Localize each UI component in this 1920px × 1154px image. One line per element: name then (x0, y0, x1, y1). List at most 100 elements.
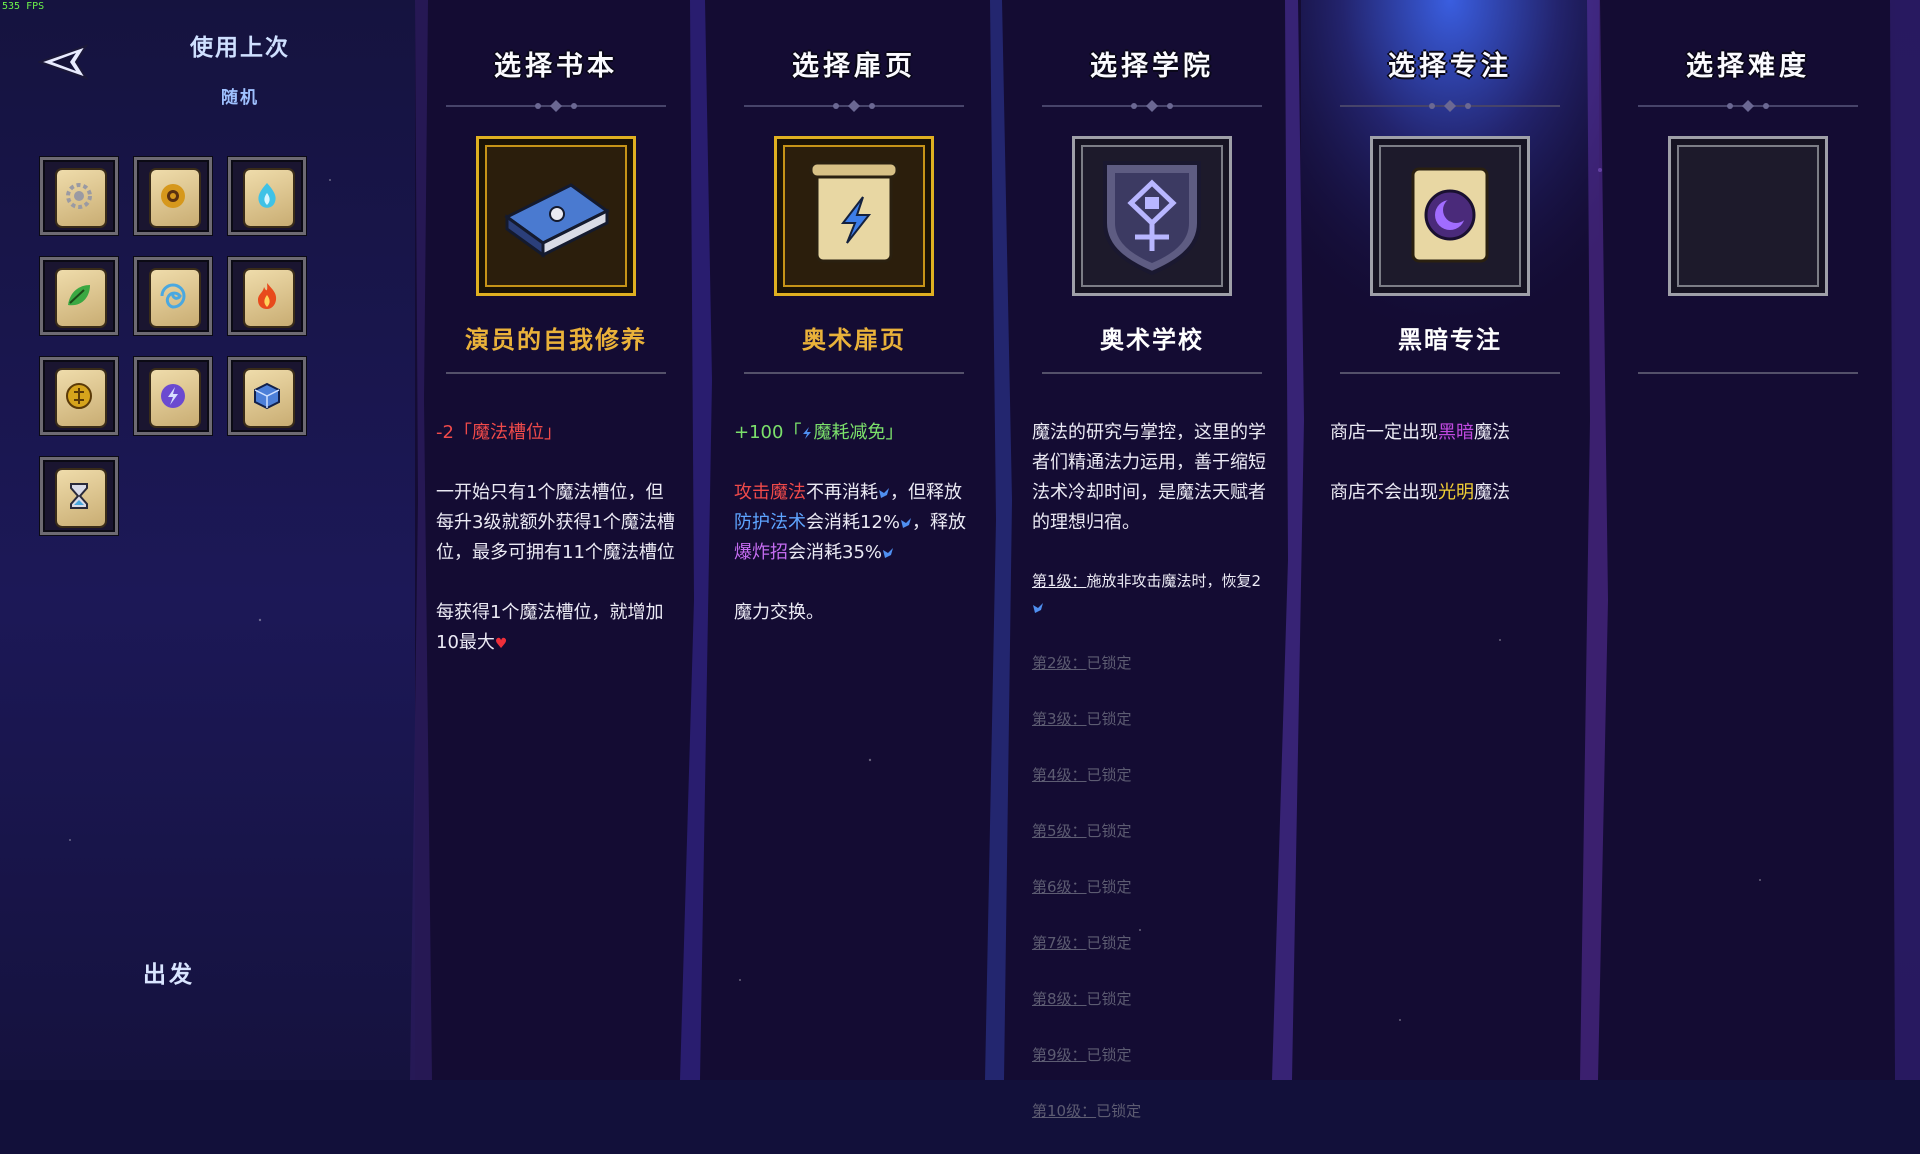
arcane-bolt-icon (161, 384, 185, 408)
selected-academy-name: 奥术学校 (1100, 326, 1204, 354)
slot-modifier-text: -2「魔法槽位」 (436, 422, 562, 443)
focus-icon-frame[interactable] (1370, 136, 1530, 296)
book-slot[interactable] (228, 257, 306, 335)
academy-level-item: 第3级：已锁定 (1032, 706, 1272, 732)
cost-reduction-suffix: 魔耗减免」 (813, 422, 904, 443)
level-value: 已锁定 (1086, 934, 1132, 952)
level-value: 已锁定 (1086, 654, 1132, 672)
cube-icon (254, 382, 280, 410)
back-arrow-icon (36, 44, 89, 80)
page-rule-text-4: ，释放 (912, 512, 967, 533)
column-title[interactable]: 选择难度 (1599, 44, 1897, 83)
column-title[interactable]: 选择书本 (407, 44, 705, 83)
shop-rule-2-c: 魔法 (1474, 482, 1510, 503)
column-difficulty: 选择难度 (1599, 0, 1897, 1080)
mana-bolt-icon (803, 427, 812, 439)
separator (1638, 372, 1858, 374)
random-button[interactable]: 随机 (160, 83, 320, 108)
separator (1340, 372, 1560, 374)
level-value: 已锁定 (1086, 766, 1132, 784)
level-value: 已锁定 (1086, 710, 1132, 728)
academy-lore-text: 魔法的研究与掌控，这里的学者们精通法力运用，善于缩短法术冷却时间，是魔法天赋者的… (1032, 422, 1266, 533)
water-flame-icon (258, 183, 276, 208)
use-last-button[interactable]: 使用上次 (160, 28, 320, 62)
spellbook-icon (504, 183, 610, 258)
fire-icon (258, 283, 277, 309)
book-slot[interactable] (228, 157, 306, 235)
golden-coin-icon (66, 383, 92, 409)
level-label: 第9级： (1032, 1046, 1087, 1064)
book-slot[interactable] (134, 357, 212, 435)
page-rule-text-3: 会消耗12% (806, 512, 901, 533)
level-label: 第4级： (1032, 766, 1087, 784)
difficulty-empty-slot[interactable] (1668, 136, 1828, 296)
book-slot[interactable] (40, 457, 118, 535)
academy-level-item: 第7级：已锁定 (1032, 930, 1272, 956)
divider-ornament (1340, 100, 1560, 112)
academy-level-item: 第2级：已锁定 (1032, 650, 1272, 676)
level-value: 已锁定 (1096, 1102, 1142, 1120)
book-slot[interactable] (40, 357, 118, 435)
column-title[interactable]: 选择学院 (1003, 44, 1301, 83)
dark-keyword: 黑暗 (1438, 422, 1474, 443)
book-slot[interactable] (228, 357, 306, 435)
academy-level-item: 第6级：已锁定 (1032, 874, 1272, 900)
cost-reduction-text: +100「 (734, 422, 802, 443)
slot-rule-text: 一开始只有1个魔法槽位，但每升3级就额外获得1个魔法槽位，最多可拥有11个魔法槽… (436, 482, 675, 563)
book-slot[interactable] (134, 257, 212, 335)
level-label: 第7级： (1032, 934, 1087, 952)
divider-ornament (1638, 100, 1858, 112)
back-button[interactable] (36, 42, 92, 82)
attack-magic-keyword: 攻击魔法 (734, 482, 806, 503)
column-title[interactable]: 选择专注 (1301, 44, 1599, 83)
mana-icon (1033, 602, 1043, 613)
page-rule-text-1: 不再消耗 (806, 482, 878, 503)
gear-orb-icon (66, 183, 92, 209)
academy-level-item: 第5级：已锁定 (1032, 818, 1272, 844)
level-label: 第10级： (1032, 1102, 1097, 1120)
separator (1042, 372, 1262, 374)
dark-moon-icon (1411, 167, 1489, 263)
level-label: 第3级： (1032, 710, 1087, 728)
sun-disc-icon (161, 184, 185, 208)
column-academy: 选择学院 奥术学校 魔法的研究与掌控，这里的学者们精通法力运用，善于缩短法术冷却… (1003, 0, 1301, 1120)
mana-icon (901, 518, 912, 528)
academy-icon-frame[interactable] (1072, 136, 1232, 296)
page-rule-text-2: ，但释放 (890, 482, 962, 503)
arcane-shield-icon (1103, 161, 1201, 276)
academy-level-list: 第1级：施放非攻击魔法时，恢复2 第2级：已锁定 第3级：已锁定 第4级：已锁定 第5级… (1032, 568, 1272, 1124)
column-title[interactable]: 选择扉页 (705, 44, 1003, 83)
leaf-icon (68, 285, 90, 306)
focus-description: 商店一定出现黑暗魔法 商店不会出现光明魔法 (1330, 418, 1570, 538)
level-label: 第6级： (1032, 878, 1087, 896)
column-focus: 选择专注 黑暗专注 商店一定出现黑暗魔法 商店不会出现光明魔法 (1301, 0, 1599, 1080)
book-slot[interactable] (134, 157, 212, 235)
hp-bonus-text: 每获得1个魔法槽位，就增加10最大 (436, 602, 664, 653)
book-icon-frame[interactable] (476, 136, 636, 296)
selected-book-name: 演员的自我修养 (465, 326, 647, 354)
page-icon-frame[interactable] (774, 136, 934, 296)
depart-button[interactable]: 出发 (110, 955, 228, 989)
separator (446, 372, 666, 374)
book-description: -2「魔法槽位」 一开始只有1个魔法槽位，但每升3级就额外获得1个魔法槽位，最多… (436, 418, 676, 689)
shop-rule-1-a: 商店一定出现 (1330, 422, 1438, 443)
column-page: 选择扉页 奥术扉页 +100「 魔耗减免」 攻击魔法不再消耗 ，但释放防护法术会消耗… (705, 0, 1003, 1080)
divider-ornament (1042, 100, 1262, 112)
page-description: +100「 魔耗减免」 攻击魔法不再消耗 ，但释放防护法术会消耗12% ，释放爆炸招会… (734, 418, 974, 658)
academy-level-item: 第8级：已锁定 (1032, 986, 1272, 1012)
page-rule-text-5: 会消耗35% (788, 542, 883, 563)
divider-ornament (446, 100, 666, 112)
mana-icon (879, 488, 889, 498)
level-value: 已锁定 (1086, 990, 1132, 1008)
book-slot[interactable] (40, 257, 118, 335)
academy-level-item: 第4级：已锁定 (1032, 762, 1272, 788)
defense-spell-keyword: 防护法术 (734, 512, 806, 533)
explosion-keyword: 爆炸招 (734, 542, 788, 563)
mana-exchange-text: 魔力交换。 (734, 602, 824, 623)
whirlwind-icon (160, 283, 186, 309)
mana-icon (883, 548, 894, 558)
level-label: 第5级： (1032, 822, 1087, 840)
heart-icon: ♥ (494, 636, 508, 652)
level-value: 已锁定 (1086, 822, 1132, 840)
book-slot[interactable] (40, 157, 118, 235)
